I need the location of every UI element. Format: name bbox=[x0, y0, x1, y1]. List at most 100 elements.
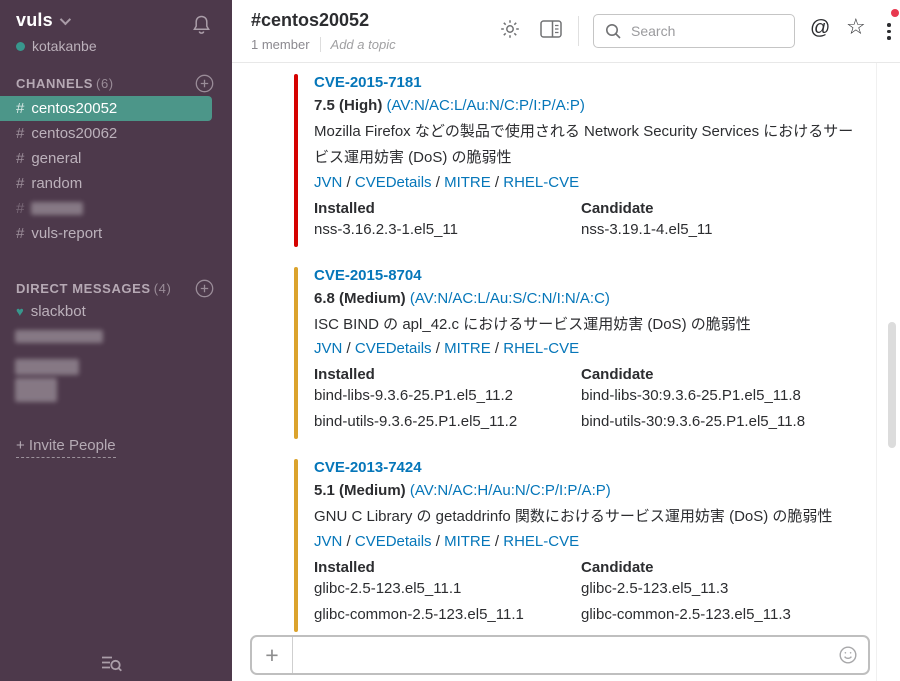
starred-items-icon[interactable]: ☆ bbox=[846, 14, 866, 40]
sidebar-item-centos20052[interactable]: # centos20052 bbox=[0, 96, 212, 121]
reference-link[interactable]: RHEL-CVE bbox=[503, 533, 579, 550]
sidebar-item-redacted-dm[interactable] bbox=[15, 359, 232, 402]
team-menu[interactable]: vuls bbox=[16, 10, 97, 31]
more-options-icon[interactable] bbox=[885, 21, 893, 42]
channel-details-icon[interactable] bbox=[539, 18, 563, 40]
link-separator: / bbox=[432, 533, 445, 550]
installed-field: Installedglibc-2.5-123.el5_11.1glibc-com… bbox=[314, 559, 581, 632]
package-version: glibc-2.5-123.el5_11.1 bbox=[314, 580, 581, 597]
sidebar-item-random[interactable]: # random bbox=[0, 171, 232, 196]
reference-link[interactable]: RHEL-CVE bbox=[503, 174, 579, 191]
current-user[interactable]: kotakanbe bbox=[16, 38, 97, 54]
attachment-content: CVE-2015-87046.8 (Medium) (AV:N/AC:L/Au:… bbox=[298, 267, 864, 440]
cve-title-link[interactable]: CVE-2015-8704 bbox=[314, 267, 422, 284]
link-separator: / bbox=[491, 174, 504, 191]
cve-description: ISC BIND の apl_42.c におけるサービス運用妨害 (DoS) の… bbox=[314, 312, 864, 338]
main-panel: #centos20052 1 member Add a topic Sea bbox=[232, 0, 900, 681]
bell-icon[interactable] bbox=[191, 14, 212, 36]
scrollbar-track bbox=[876, 63, 877, 681]
emoji-picker-icon[interactable] bbox=[838, 637, 868, 673]
cvss-score-line: 5.1 (Medium) (AV:N/AC:H/Au:N/C:P/I:P/A:P… bbox=[314, 482, 864, 499]
reference-link[interactable]: RHEL-CVE bbox=[503, 340, 579, 357]
sidebar-item-vuls-report[interactable]: # vuls-report bbox=[0, 221, 232, 246]
attachment-content: CVE-2013-7424 5.1 (Medium) (AV:N/AC:H/Au:… bbox=[298, 459, 864, 632]
chevron-down-icon bbox=[60, 13, 71, 24]
link-separator: / bbox=[342, 533, 355, 550]
reference-link[interactable]: JVN bbox=[314, 533, 342, 550]
add-topic-link[interactable]: Add a topic bbox=[331, 37, 396, 52]
cvss-vector-link[interactable]: (AV:N/AC:L/Au:S/C:N/I:N/A:C) bbox=[410, 290, 610, 307]
channel-name: general bbox=[31, 146, 81, 171]
cve-title-link[interactable]: CVE-2013-7424 bbox=[314, 459, 422, 476]
reference-link[interactable]: MITRE bbox=[444, 340, 491, 357]
reference-link[interactable]: MITRE bbox=[444, 174, 491, 191]
sidebar-item-general[interactable]: # general bbox=[0, 146, 232, 171]
channels-count: (6) bbox=[96, 76, 114, 91]
dm-section-label: DIRECT MESSAGES(4) bbox=[16, 281, 171, 296]
attachment-fields: Installedglibc-2.5-123.el5_11.1glibc-com… bbox=[314, 559, 864, 632]
hash-icon: # bbox=[16, 146, 24, 171]
package-version: glibc-2.5-123.el5_11.3 bbox=[581, 580, 864, 597]
message-composer: + bbox=[250, 635, 870, 675]
reference-link[interactable]: CVEDetails bbox=[355, 340, 432, 357]
package-version: nss-3.19.1-4.el5_11 bbox=[581, 221, 864, 238]
cve-title-link[interactable]: CVE-2015-7181 bbox=[314, 74, 422, 91]
reference-link[interactable]: CVEDetails bbox=[355, 174, 432, 191]
link-separator: / bbox=[342, 340, 355, 357]
add-channel-icon[interactable] bbox=[195, 74, 214, 93]
channel-header: #centos20052 1 member Add a topic Sea bbox=[232, 0, 900, 63]
message-pane: CVE-2015-7181 7.5 (High) (AV:N/AC:L/Au:N/… bbox=[232, 63, 900, 681]
invite-people-link[interactable]: + Invite People bbox=[16, 437, 116, 458]
field-label-installed: Installed bbox=[314, 366, 581, 383]
reference-link[interactable]: JVN bbox=[314, 340, 342, 357]
message-input[interactable] bbox=[293, 637, 838, 673]
team-name: vuls bbox=[16, 10, 53, 31]
scrollbar-thumb[interactable] bbox=[888, 322, 896, 448]
candidate-field: Candidate nss-3.19.1-4.el5_11 bbox=[581, 200, 864, 247]
add-dm-icon[interactable] bbox=[195, 279, 214, 298]
sidebar-item-centos20062[interactable]: # centos20062 bbox=[0, 121, 232, 146]
link-separator: / bbox=[432, 340, 445, 357]
notification-dot bbox=[891, 9, 899, 17]
hash-icon: # bbox=[16, 196, 24, 221]
link-separator: / bbox=[491, 533, 504, 550]
channel-name: random bbox=[31, 171, 82, 196]
search-input[interactable]: Search bbox=[593, 14, 795, 48]
candidate-field: Candidatebind-libs-30:9.3.6-25.P1.el5_11… bbox=[581, 366, 864, 439]
field-label-installed: Installed bbox=[314, 559, 581, 576]
cvss-score: 7.5 (High) bbox=[314, 97, 382, 114]
cvss-score-line: 7.5 (High) (AV:N/AC:L/Au:N/C:P/I:P/A:P) bbox=[314, 97, 864, 114]
package-version: bind-libs-30:9.3.6-25.P1.el5_11.8 bbox=[581, 387, 864, 404]
member-count[interactable]: 1 member bbox=[251, 37, 310, 52]
redacted-dm-name bbox=[15, 359, 79, 375]
redacted-channel-name bbox=[31, 202, 83, 215]
reference-link[interactable]: CVEDetails bbox=[355, 533, 432, 550]
hash-icon: # bbox=[16, 96, 24, 121]
field-label-candidate: Candidate bbox=[581, 200, 864, 217]
sidebar-item-slackbot[interactable]: ♥ slackbot bbox=[0, 299, 232, 324]
channel-name: centos20052 bbox=[31, 96, 117, 121]
search-placeholder: Search bbox=[631, 23, 675, 39]
gear-icon[interactable] bbox=[499, 18, 521, 40]
sidebar-item-redacted-channel[interactable]: # bbox=[0, 196, 232, 221]
package-version: nss-3.16.2.3-1.el5_11 bbox=[314, 221, 581, 238]
channel-title: #centos20052 bbox=[251, 10, 369, 31]
cvss-vector-link[interactable]: (AV:N/AC:H/Au:N/C:P/I:P/A:P) bbox=[410, 482, 611, 499]
redacted-dm-name bbox=[15, 378, 57, 402]
reference-link[interactable]: JVN bbox=[314, 174, 342, 191]
installed-field: Installedbind-libs-9.3.6-25.P1.el5_11.2b… bbox=[314, 366, 581, 439]
sidebar-item-redacted-dm[interactable] bbox=[0, 324, 232, 349]
reference-link[interactable]: MITRE bbox=[444, 533, 491, 550]
mentions-icon[interactable]: @ bbox=[810, 17, 830, 40]
dm-name: slackbot bbox=[31, 299, 86, 324]
channel-list-search-icon[interactable] bbox=[100, 653, 124, 673]
channel-name: vuls-report bbox=[31, 221, 102, 246]
cvss-vector-link[interactable]: (AV:N/AC:L/Au:N/C:P/I:P/A:P) bbox=[387, 97, 585, 114]
cvss-score: 5.1 (Medium) bbox=[314, 482, 406, 499]
attach-file-button[interactable]: + bbox=[252, 637, 293, 673]
package-version: bind-libs-9.3.6-25.P1.el5_11.2 bbox=[314, 387, 581, 404]
hash-icon: # bbox=[16, 121, 24, 146]
message-attachment: CVE-2013-7424 5.1 (Medium) (AV:N/AC:H/Au:… bbox=[294, 459, 900, 632]
redacted-dm-name bbox=[15, 330, 103, 343]
search-icon bbox=[605, 23, 622, 40]
